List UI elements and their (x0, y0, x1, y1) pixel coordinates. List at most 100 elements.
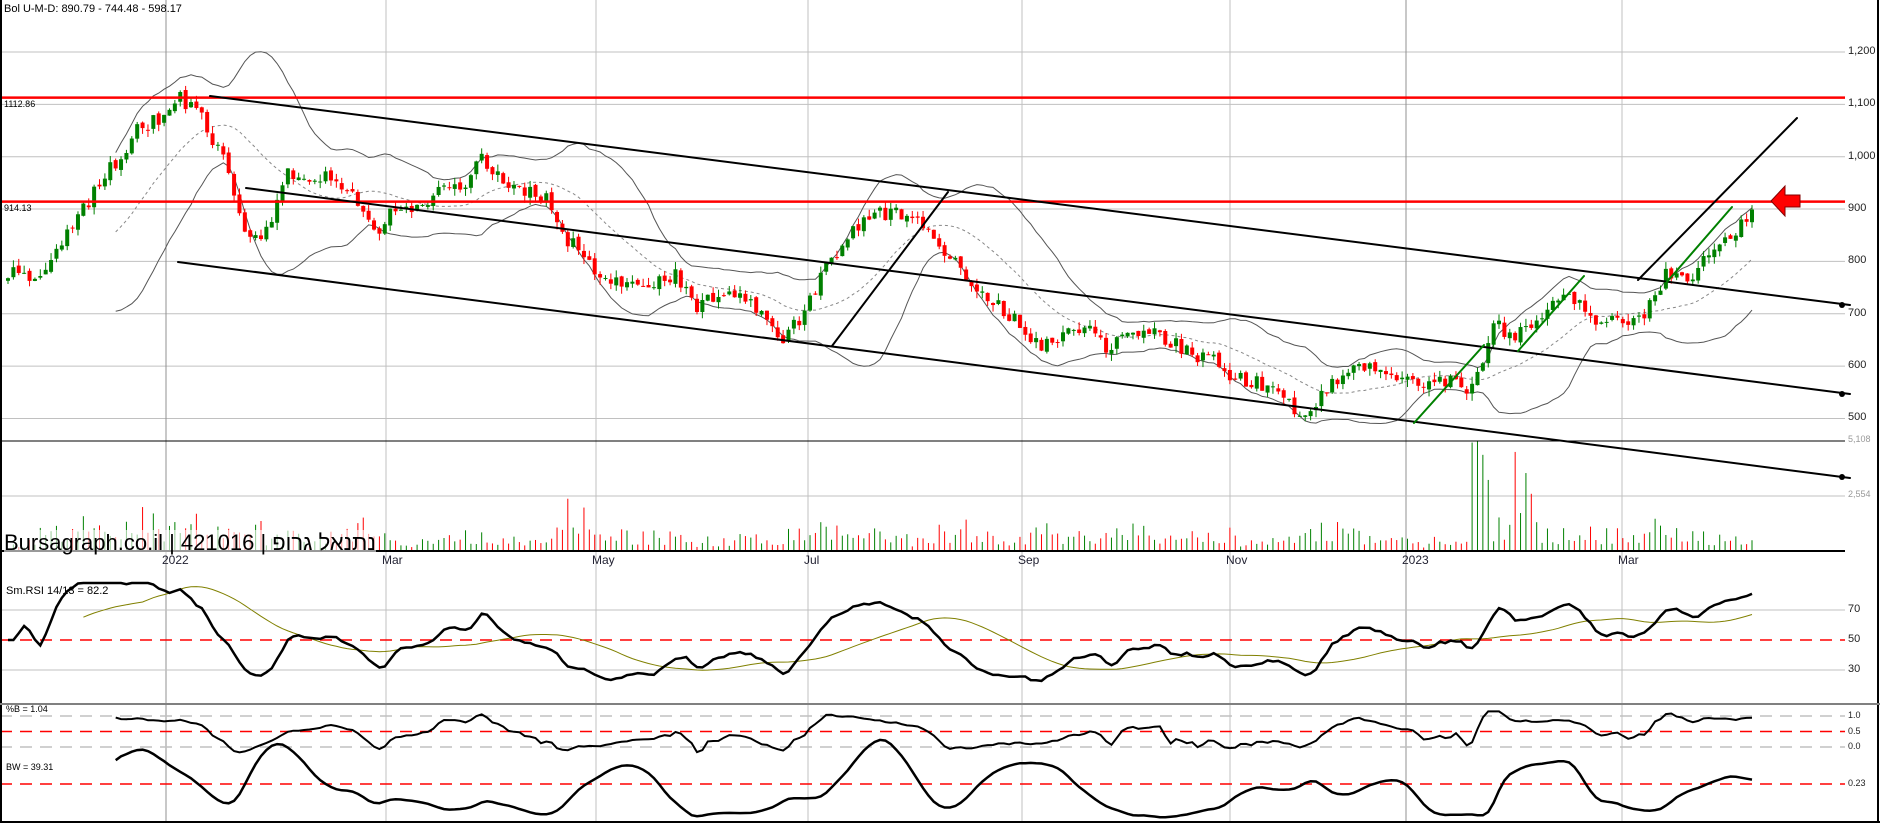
candle (840, 244, 845, 257)
candle-body (75, 214, 80, 230)
candle (458, 178, 463, 193)
candle (1491, 320, 1496, 348)
candle-body (1340, 375, 1345, 385)
candle-body (1373, 362, 1378, 372)
candle-body (1696, 267, 1701, 281)
candle (490, 166, 495, 181)
candle (54, 244, 59, 263)
candle-body (705, 294, 710, 301)
candle-body (1357, 364, 1362, 367)
candle (1599, 321, 1604, 325)
candle-body (878, 207, 882, 211)
candle (1179, 333, 1184, 359)
candle (1174, 332, 1179, 353)
candle (856, 218, 861, 237)
candle-body (1330, 378, 1335, 393)
candle-body (1658, 290, 1663, 295)
candle (1335, 378, 1340, 389)
candle (156, 111, 161, 132)
candle-body (1394, 375, 1399, 381)
candle (135, 121, 140, 143)
candle (269, 217, 274, 228)
candle (678, 268, 683, 293)
candle (1383, 366, 1388, 381)
candle-body (1098, 335, 1103, 338)
candle-body (856, 224, 861, 231)
candle-body (1190, 347, 1195, 355)
candle (630, 275, 635, 288)
candle-body (1200, 352, 1205, 361)
candle (861, 215, 866, 237)
chart-canvas[interactable] (0, 0, 1880, 823)
channel-upper-handle[interactable] (1839, 302, 1845, 308)
candle (1529, 319, 1534, 330)
candle (641, 278, 646, 287)
candle-body (1184, 345, 1189, 355)
candle (1620, 316, 1625, 328)
candle-body (210, 133, 215, 146)
candle (226, 147, 231, 175)
candle-body (711, 292, 716, 302)
candle (102, 173, 107, 190)
candle (748, 295, 753, 307)
candle-body (770, 318, 775, 327)
red-arrow-icon (1770, 184, 1801, 218)
candle (813, 291, 818, 295)
candle (1723, 232, 1728, 247)
grid (0, 0, 1845, 822)
candle-body (1523, 326, 1528, 328)
candle (673, 262, 678, 288)
candle-body (355, 191, 360, 206)
candle (565, 229, 570, 252)
candle (468, 173, 473, 194)
level-label-high: 1112.86 (4, 99, 36, 109)
candle-body (1599, 322, 1604, 324)
candle (27, 268, 32, 287)
candle-body (70, 227, 75, 229)
candle (511, 181, 516, 195)
candle-body (151, 115, 156, 129)
candle (1136, 330, 1141, 340)
candle-body (748, 299, 753, 301)
candle (1502, 316, 1507, 340)
candle-body (1459, 377, 1464, 388)
candle (851, 225, 856, 240)
candle-body (258, 235, 263, 240)
bandwidth-label: BW = 39.31 (6, 762, 54, 772)
channel-lower-handle[interactable] (1839, 474, 1845, 480)
candle (958, 255, 963, 275)
channel-middle-handle[interactable] (1839, 391, 1845, 397)
candle (442, 183, 446, 191)
candle-body (361, 205, 366, 212)
candle (506, 176, 511, 193)
candle (759, 310, 764, 317)
candle (1168, 341, 1173, 348)
channel-lower-line[interactable] (177, 261, 1851, 479)
candle-body (237, 194, 242, 214)
candle-body (533, 184, 538, 197)
candle (1744, 213, 1749, 227)
candle-body (824, 262, 829, 272)
candle-body (845, 239, 850, 248)
candle-body (646, 285, 651, 288)
candle-body (985, 292, 990, 302)
candle (1351, 364, 1356, 380)
candle (1604, 317, 1609, 328)
candle-body (678, 270, 683, 288)
candle (1120, 332, 1125, 339)
candle (1410, 372, 1415, 384)
candle-body (226, 152, 231, 173)
candle-body (996, 300, 1001, 304)
candle-body (861, 217, 866, 232)
candle-body (894, 207, 899, 211)
candle-body (576, 236, 581, 251)
candle (210, 126, 215, 149)
candle (1114, 335, 1119, 355)
candle (1647, 298, 1652, 322)
candle (425, 201, 430, 210)
candle-body (635, 279, 640, 285)
candle-body (915, 216, 920, 218)
candle (635, 278, 640, 286)
candle-body (1028, 333, 1033, 343)
candle-body (1421, 386, 1426, 388)
